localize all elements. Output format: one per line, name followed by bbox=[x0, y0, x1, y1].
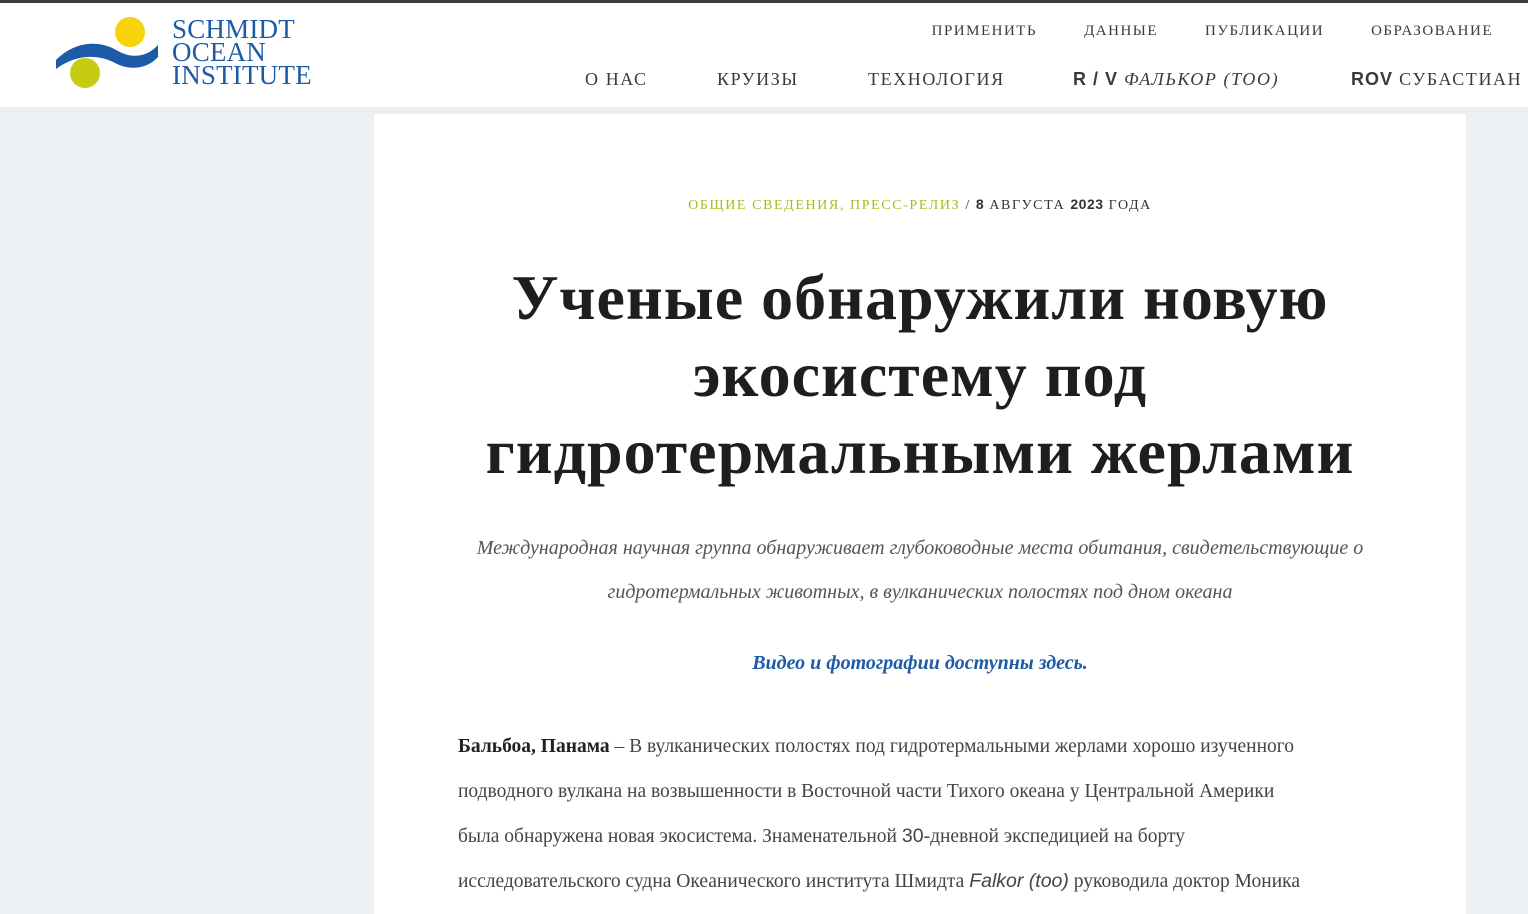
nav-cruises[interactable]: КРУИЗЫ bbox=[717, 69, 799, 90]
date-month: АВГУСТА bbox=[984, 198, 1071, 213]
nav-about[interactable]: О НАС bbox=[585, 69, 648, 90]
body-text-4c: руководила доктор Моника bbox=[1068, 871, 1300, 892]
nav-rov-name: СУБАСТИАН bbox=[1399, 69, 1523, 89]
article-title: Ученые обнаружили новую экосистему под г… bbox=[485, 262, 1355, 487]
nav-education[interactable]: ОБРАЗОВАНИЕ bbox=[1371, 23, 1493, 40]
logo-wordmark: SCHMIDT OCEAN INSTITUTE bbox=[172, 14, 312, 90]
meta-separator: / bbox=[960, 198, 976, 213]
media-link[interactable]: Видео и фотографии доступны здесь. bbox=[374, 652, 1466, 675]
body-text-3c: -дневной экспедицией на борту bbox=[923, 826, 1185, 847]
site-logo[interactable]: SCHMIDT OCEAN INSTITUTE bbox=[52, 13, 342, 95]
nav-rov-prefix: ROV bbox=[1351, 69, 1394, 89]
site-header: SCHMIDT OCEAN INSTITUTE ПРИМЕНИТЬ ДАННЫЕ… bbox=[0, 3, 1528, 107]
media-link-text: Видео и фотографии доступны здесь bbox=[752, 652, 1083, 674]
nav-rov[interactable]: ROV СУБАСТИАН bbox=[1351, 69, 1522, 90]
nav-falkor-prefix: R / V bbox=[1073, 69, 1119, 89]
logo-mark-icon bbox=[56, 17, 158, 88]
nav-technology[interactable]: ТЕХНОЛОГИЯ bbox=[868, 69, 1005, 90]
secondary-nav: ПРИМЕНИТЬ ДАННЫЕ ПУБЛИКАЦИИ ОБРАЗОВАНИЕ bbox=[932, 23, 1493, 40]
dateline: Бальбоа, Панама bbox=[458, 736, 610, 757]
body-line-4: исследовательского судна Океанического и… bbox=[458, 859, 1388, 904]
body-line-2: подводного вулкана на возвышенности в Во… bbox=[458, 781, 1275, 802]
article-card: ОБЩИЕ СВЕДЕНИЯ, ПРЕСС-РЕЛИЗ / 8 АВГУСТА … bbox=[374, 114, 1466, 914]
date-year: 2023 bbox=[1070, 196, 1104, 212]
nav-apply[interactable]: ПРИМЕНИТЬ bbox=[932, 23, 1037, 40]
ship-name: Falkor (too) bbox=[969, 870, 1069, 892]
article-meta: ОБЩИЕ СВЕДЕНИЯ, ПРЕСС-РЕЛИЗ / 8 АВГУСТА … bbox=[374, 196, 1466, 214]
body-text-4a: исследовательского судна Океанического и… bbox=[458, 871, 970, 892]
body-line-1: Бальбоа, Панама – В вулканических полост… bbox=[458, 724, 1388, 769]
body-text-3a: была обнаружена новая экосистема. Знамен… bbox=[458, 826, 902, 847]
nav-publications[interactable]: ПУБЛИКАЦИИ bbox=[1205, 23, 1324, 40]
body-line-3: была обнаружена новая экосистема. Знамен… bbox=[458, 814, 1388, 859]
date-day: 8 bbox=[975, 196, 985, 212]
nav-falkor-name: ФАЛЬКОР (TOO) bbox=[1124, 69, 1280, 89]
nav-falkor[interactable]: R / V ФАЛЬКОР (TOO) bbox=[1073, 69, 1279, 90]
body-number-30: 30 bbox=[901, 825, 924, 847]
article-body: Бальбоа, Панама – В вулканических полост… bbox=[458, 724, 1388, 904]
date-suffix: ГОДА bbox=[1103, 198, 1152, 213]
article-categories[interactable]: ОБЩИЕ СВЕДЕНИЯ, ПРЕСС-РЕЛИЗ bbox=[688, 198, 960, 213]
body-text-1: – В вулканических полостях под гидротерм… bbox=[609, 736, 1295, 757]
nav-data[interactable]: ДАННЫЕ bbox=[1084, 23, 1158, 40]
article-subtitle: Международная научная группа обнаруживае… bbox=[476, 537, 1364, 603]
media-link-punct: . bbox=[1082, 652, 1088, 674]
